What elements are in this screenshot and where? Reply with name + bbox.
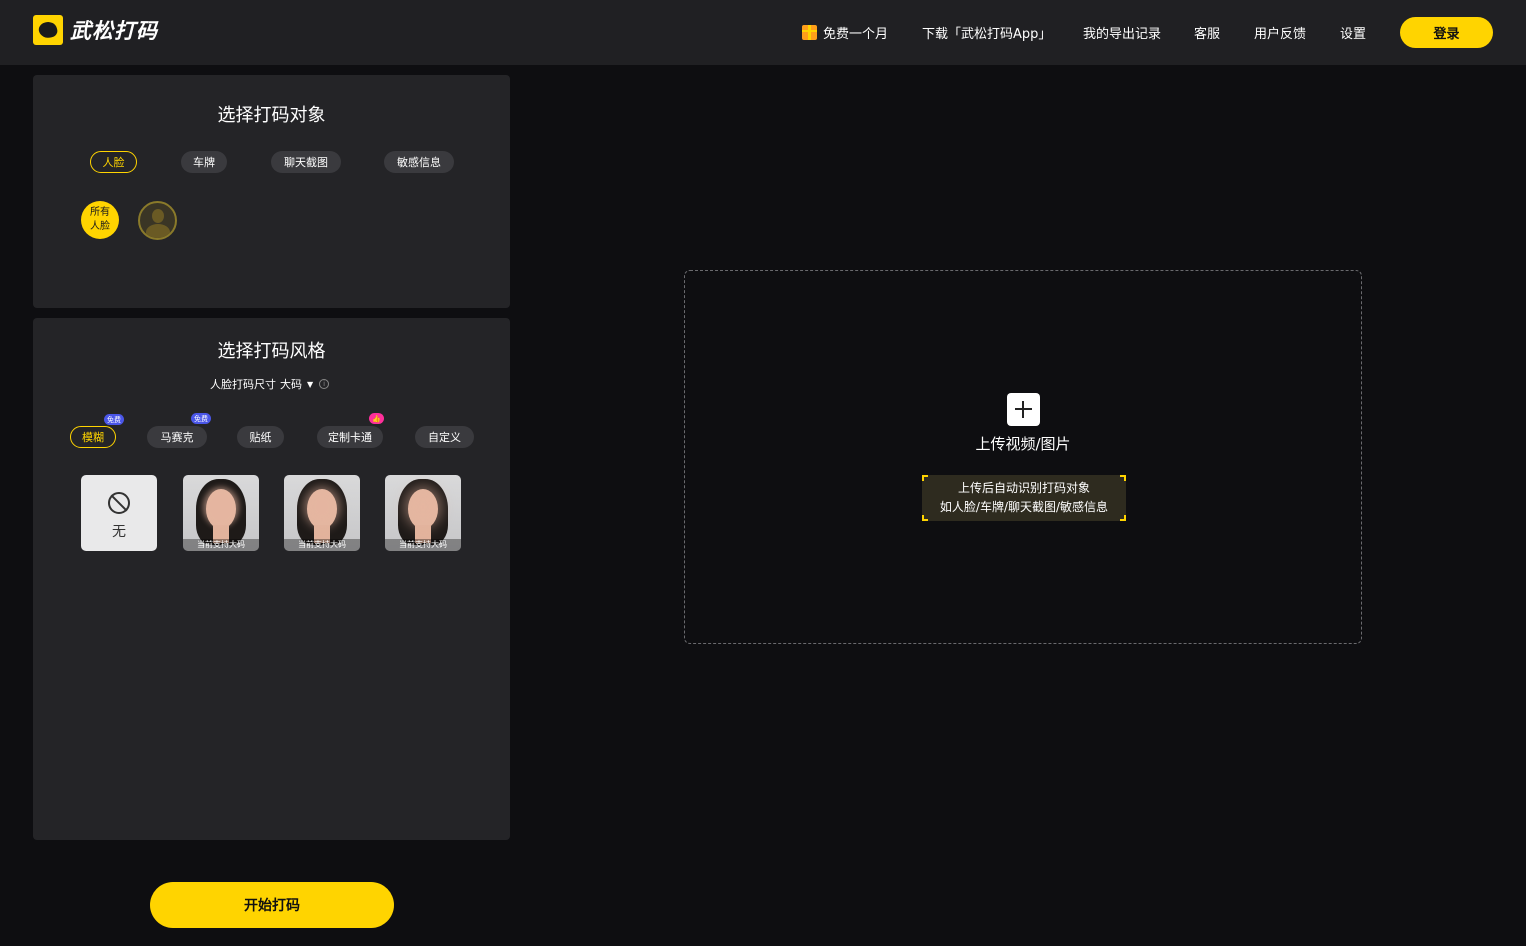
plus-icon[interactable] — [1007, 393, 1040, 426]
start-mosaic-button[interactable]: 开始打码 — [150, 882, 394, 928]
thumb-caption: 当前支持大码 — [385, 539, 461, 551]
style-custom-cartoon[interactable]: 定制卡通 👍 — [317, 413, 384, 448]
thumb-caption: 当前支持大码 — [284, 539, 360, 551]
thumb-caption: 当前支持大码 — [183, 539, 259, 551]
upload-label: 上传视频/图片 — [975, 435, 1071, 453]
tab-chat-screenshot[interactable]: 聊天截图 — [271, 151, 341, 173]
style-custom-cartoon-label: 定制卡通 — [328, 431, 372, 444]
effect-none-label: 无 — [112, 524, 126, 540]
effect-none-option[interactable]: 无 — [81, 475, 157, 551]
nav-feedback[interactable]: 用户反馈 — [1254, 0, 1306, 65]
style-blur-label: 模糊 — [82, 431, 104, 444]
gift-icon — [802, 25, 817, 40]
face-size-label: 人脸打码尺寸 — [210, 378, 276, 391]
upload-hint: 上传后自动识别打码对象 如人脸/车牌/聊天截图/敏感信息 — [922, 475, 1126, 521]
person-body-icon — [146, 224, 170, 238]
all-faces-option[interactable]: 所有 人脸 — [81, 201, 119, 239]
caret-down-icon: ▼ — [307, 379, 314, 389]
top-header: 武松打码 免费一个月 下载「武松打码App」 我的导出记录 客服 用户反馈 设置… — [0, 0, 1526, 65]
nav-settings[interactable]: 设置 — [1340, 0, 1366, 65]
person-head-icon — [152, 209, 164, 223]
effect-option-3[interactable]: 当前支持大码 — [385, 475, 461, 551]
target-panel-title: 选择打码对象 — [217, 105, 326, 126]
free-badge: 免费 — [191, 413, 211, 424]
face-size-selector[interactable]: 人脸打码尺寸 大码 ▼ i — [210, 376, 330, 392]
style-blur[interactable]: 模糊 免费 — [70, 414, 124, 448]
free-badge: 免费 — [104, 414, 124, 425]
tab-face[interactable]: 人脸 — [90, 151, 137, 173]
nav-download-app[interactable]: 下载「武松打码App」 — [922, 0, 1051, 65]
logo-icon — [33, 15, 63, 45]
effect-option-1[interactable]: 当前支持大码 — [183, 475, 259, 551]
target-panel: 选择打码对象 人脸 车牌 聊天截图 敏感信息 所有 人脸 — [33, 75, 510, 308]
style-panel-title: 选择打码风格 — [217, 341, 326, 362]
style-panel: 选择打码风格 人脸打码尺寸 大码 ▼ i 模糊 免费 马赛克 免费 贴纸 定制卡… — [33, 318, 510, 840]
info-icon[interactable]: i — [319, 379, 330, 389]
nav-export-history[interactable]: 我的导出记录 — [1083, 0, 1161, 65]
upload-hint-line2: 如人脸/车牌/聊天截图/敏感信息 — [939, 500, 1109, 514]
tab-license-plate[interactable]: 车牌 — [181, 151, 227, 173]
face-size-value: 大码 — [280, 378, 302, 391]
login-button[interactable]: 登录 — [1400, 17, 1493, 48]
logo[interactable]: 武松打码 — [33, 15, 158, 45]
style-mosaic-label: 马赛克 — [160, 431, 194, 444]
detected-face-avatar[interactable] — [138, 201, 177, 240]
nav-customer-service[interactable]: 客服 — [1194, 0, 1220, 65]
effect-option-2[interactable]: 当前支持大码 — [284, 475, 360, 551]
style-custom[interactable]: 自定义 — [415, 426, 474, 448]
style-mosaic[interactable]: 马赛克 免费 — [147, 413, 211, 448]
all-faces-label: 所有 人脸 — [90, 207, 110, 232]
tab-sensitive-info[interactable]: 敏感信息 — [384, 151, 454, 173]
logo-text: 武松打码 — [70, 18, 158, 43]
thumbs-up-badge-icon: 👍 — [369, 413, 384, 424]
style-sticker[interactable]: 贴纸 — [237, 426, 284, 448]
nav-free-month[interactable]: 免费一个月 — [802, 0, 888, 65]
upload-hint-line1: 上传后自动识别打码对象 — [957, 481, 1090, 495]
upload-dropzone[interactable]: 上传视频/图片 上传后自动识别打码对象 如人脸/车牌/聊天截图/敏感信息 — [684, 270, 1362, 644]
prohibited-icon — [108, 492, 130, 514]
nav-free-month-label: 免费一个月 — [823, 27, 889, 42]
